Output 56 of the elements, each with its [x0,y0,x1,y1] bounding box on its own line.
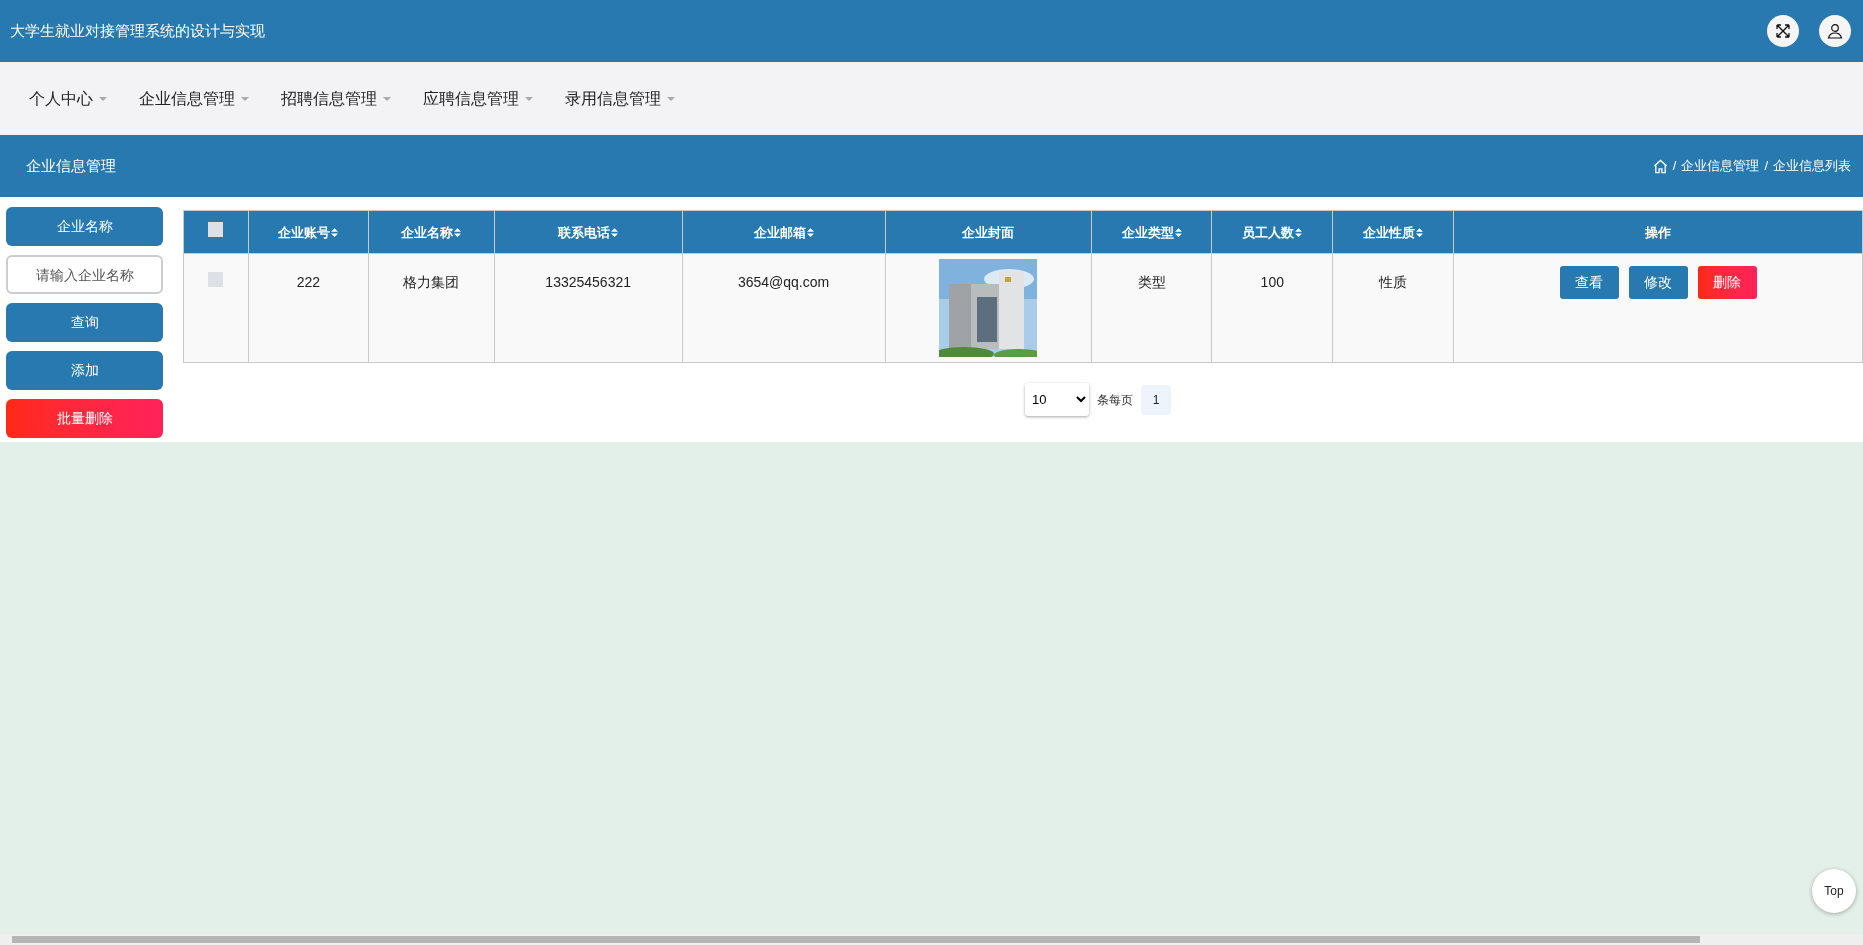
sort-icon [1174,227,1182,237]
breadcrumb-item: 企业信息列表 [1773,157,1851,176]
action-button[interactable]: 删除 [1697,266,1757,299]
field-label: 企业名称 [6,207,163,246]
sort-icon [454,227,462,237]
menu-item[interactable]: 个人中心 [29,78,107,119]
table-cell: 类型 [1137,274,1166,290]
action-button[interactable]: 查看 [1559,266,1619,299]
breadcrumb-item: 企业信息管理 [1681,157,1760,176]
sidebar-button[interactable]: 添加 [6,351,163,390]
expand-icon [1775,23,1791,39]
sort-icon [611,227,619,237]
sidebar-button[interactable]: 查询 [6,303,163,342]
home-icon [1652,158,1668,174]
menu-item[interactable]: 招聘信息管理 [281,78,391,119]
table-cell: 222 [296,274,321,290]
checkbox[interactable] [208,221,224,237]
search-field[interactable]: 请输入企业名称 [6,255,163,294]
page-title: 企业信息管理 [26,155,116,176]
app-title: 大学生就业对接管理系统的设计与实现 [10,20,265,41]
sort-icon [331,227,339,237]
top-button[interactable]: Top [1812,869,1856,913]
fullscreen-button[interactable] [1767,15,1799,47]
menu-item[interactable]: 录用信息管理 [565,78,675,119]
breadcrumb-separator: / [1764,157,1768,176]
table-cell: 13325456321 [545,274,631,290]
sidebar-button[interactable]: 批量删除 [6,399,163,438]
column-header: 企业封面 [962,223,1015,242]
user-button[interactable] [1819,15,1851,47]
sort-icon [1416,227,1424,237]
table-cell: 格力集团 [403,274,460,290]
scrollbar-thumb[interactable] [12,936,1700,943]
menu-item[interactable]: 企业信息管理 [139,78,249,119]
action-button[interactable]: 修改 [1628,266,1688,299]
page-size-select[interactable]: 10 [1025,383,1089,416]
table-cell: 性质 [1379,274,1408,290]
caret-icon [525,96,533,101]
caret-icon [383,96,391,101]
table-cell: 3654@qq.com [737,274,830,290]
table-cell: 100 [1260,274,1284,290]
home-link[interactable] [1652,158,1668,174]
sort-icon [806,227,814,237]
column-header[interactable]: 企业邮箱 [753,222,814,242]
menu-item[interactable]: 应聘信息管理 [423,78,533,119]
page-button[interactable]: 1 [1141,384,1171,415]
column-header: 操作 [1645,223,1672,242]
user-icon [1827,23,1843,39]
caret-icon [99,96,107,101]
checkbox[interactable] [208,272,224,287]
caret-icon [241,96,249,101]
page-size-label: 条每页 [1097,391,1133,409]
breadcrumb-separator: / [1672,157,1677,176]
column-header[interactable]: 联系电话 [558,222,619,242]
sort-icon [1295,227,1303,237]
caret-icon [667,96,675,101]
scrollbar[interactable] [0,934,1863,945]
